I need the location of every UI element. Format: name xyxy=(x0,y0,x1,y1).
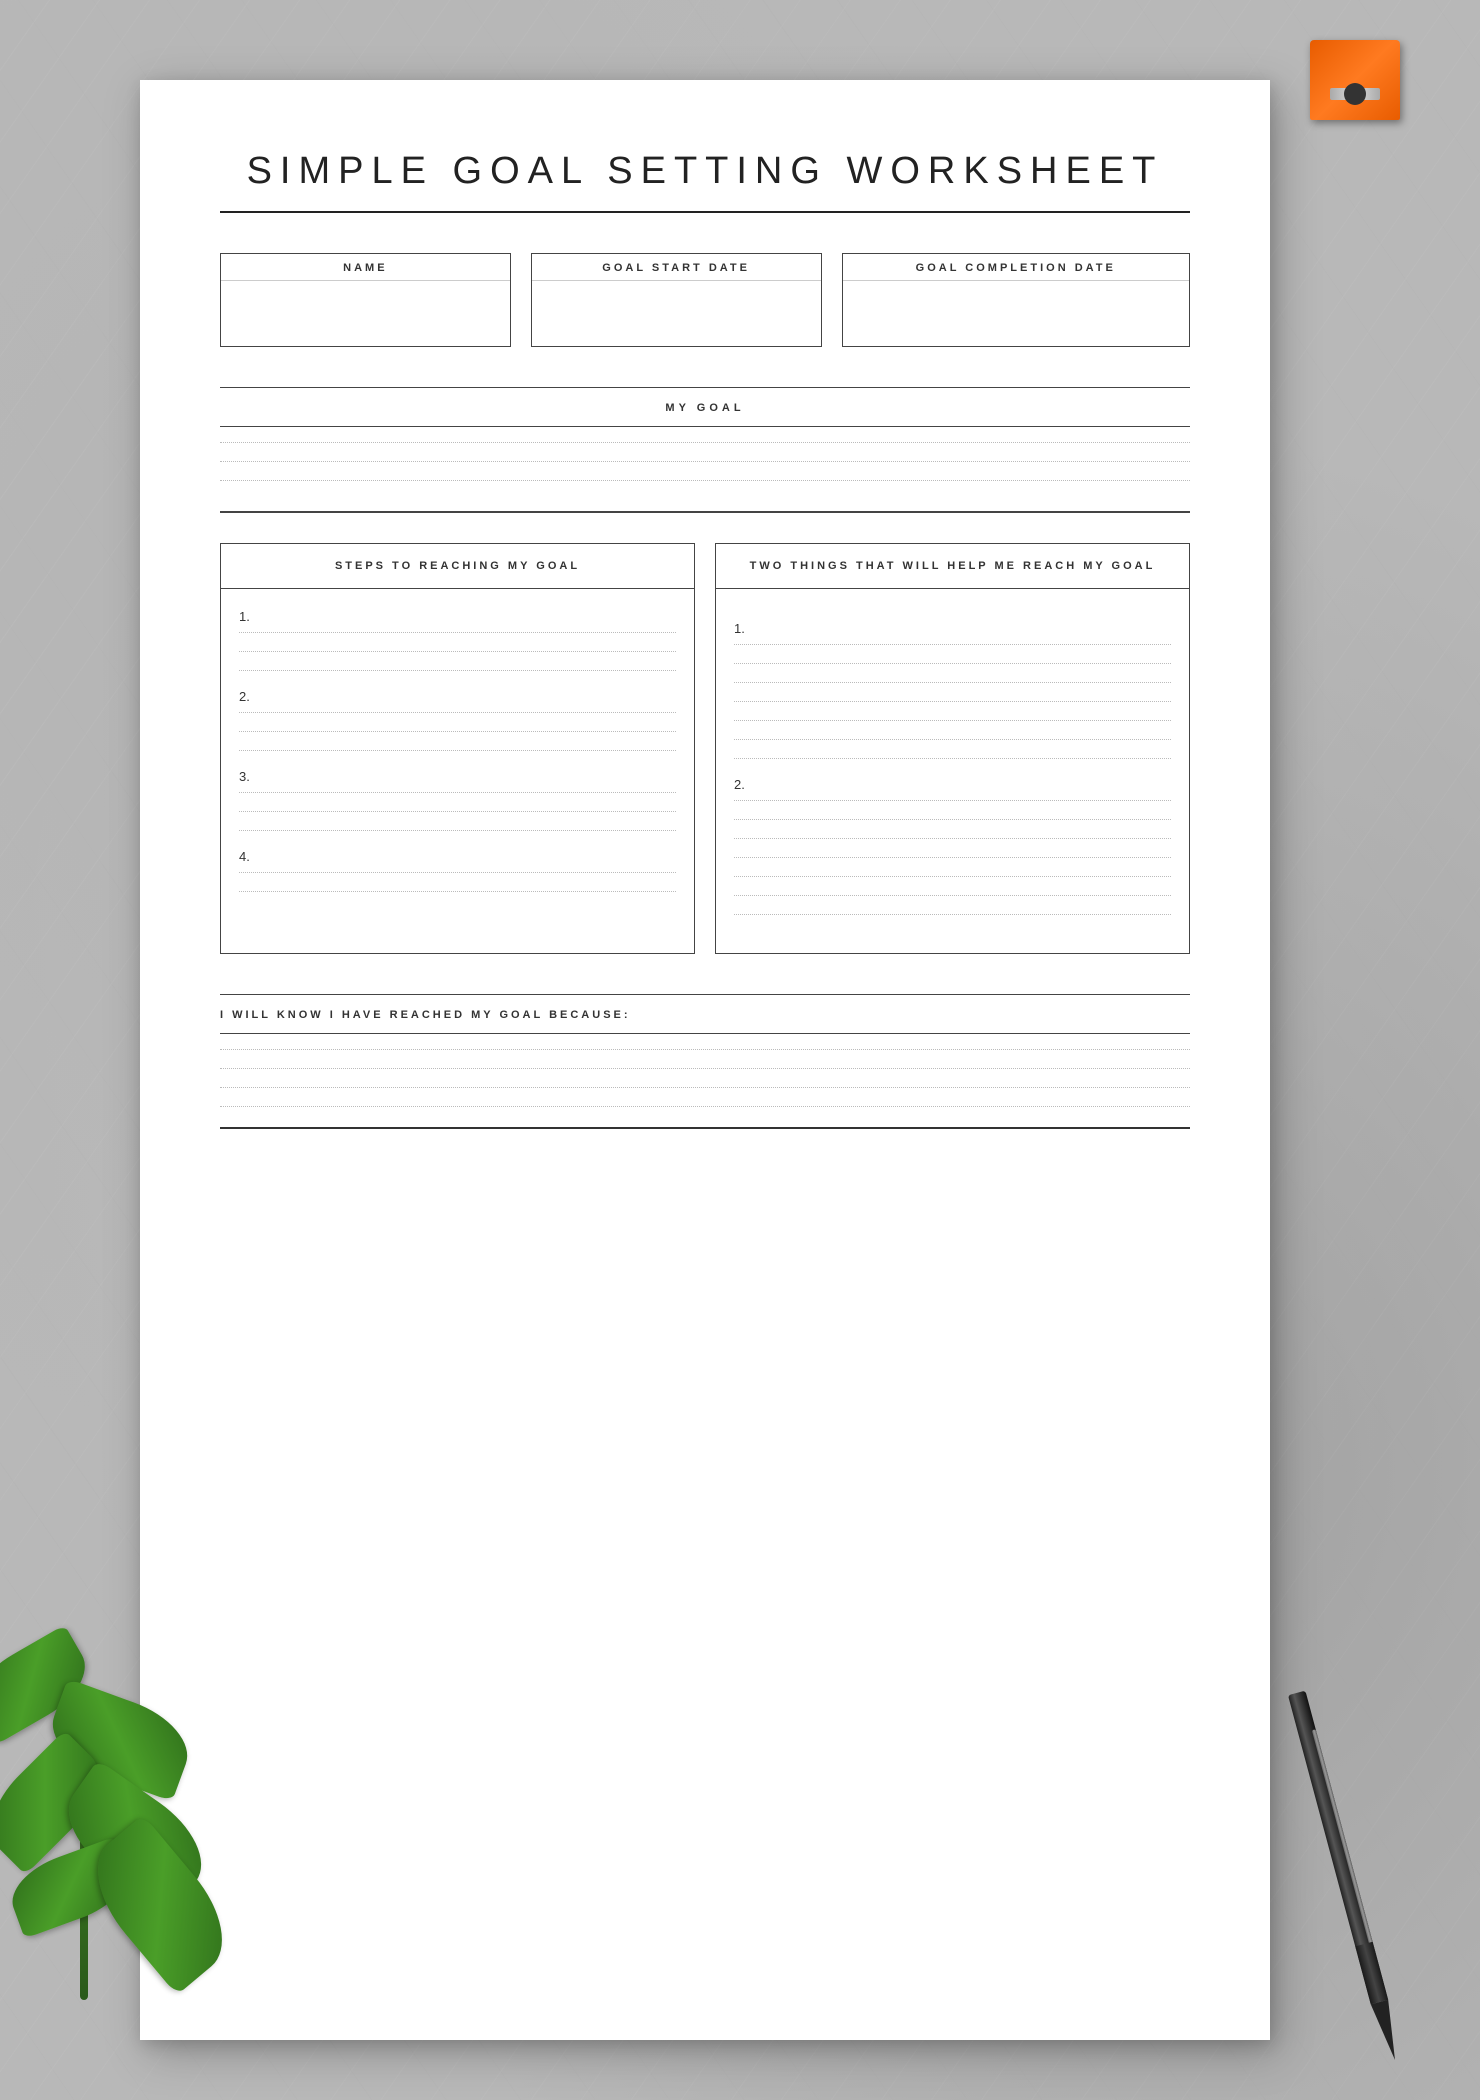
thing-1-line-6[interactable] xyxy=(734,739,1171,740)
two-things-header: TWO THINGS THAT WILL HELP ME REACH MY GO… xyxy=(716,544,1189,589)
step-2-line-2[interactable] xyxy=(239,731,676,732)
my-goal-section-bar: MY GOAL xyxy=(220,387,1190,427)
thing-1-line-5[interactable] xyxy=(734,720,1171,721)
completion-date-field-box: GOAL COMPLETION DATE xyxy=(842,253,1191,347)
step-3-num: 3. xyxy=(239,769,676,784)
my-goal-lines xyxy=(220,442,1190,481)
thing-2-line-3[interactable] xyxy=(734,838,1171,839)
thing-2-line-2[interactable] xyxy=(734,819,1171,820)
thing-1-num: 1. xyxy=(734,621,1171,636)
worksheet-title: SIMPLE GOAL SETTING WORKSHEET xyxy=(220,150,1190,193)
my-goal-label: MY GOAL xyxy=(665,402,744,414)
step-4-line-1[interactable] xyxy=(239,872,676,873)
step-2-num: 2. xyxy=(239,689,676,704)
title-underline xyxy=(220,211,1190,213)
bottom-section-bar: I WILL KNOW I HAVE REACHED MY GOAL BECAU… xyxy=(220,994,1190,1034)
steps-header: STEPS TO REACHING MY GOAL xyxy=(221,544,694,589)
thing-2-line-5[interactable] xyxy=(734,876,1171,877)
bottom-section-label: I WILL KNOW I HAVE REACHED MY GOAL BECAU… xyxy=(220,1009,631,1021)
goal-line-2[interactable] xyxy=(220,461,1190,462)
step-1-line-2[interactable] xyxy=(239,651,676,652)
two-things-content: 1. 2. xyxy=(716,589,1189,953)
bottom-line-4[interactable] xyxy=(220,1106,1190,1107)
step-1-line-3[interactable] xyxy=(239,670,676,671)
bottom-line-1[interactable] xyxy=(220,1049,1190,1050)
thing-1-line-2[interactable] xyxy=(734,663,1171,664)
bottom-line-2[interactable] xyxy=(220,1068,1190,1069)
thing-2-line-4[interactable] xyxy=(734,857,1171,858)
sharpener-decoration xyxy=(1310,0,1400,120)
plant-decoration xyxy=(0,1500,280,2000)
fields-row: NAME GOAL START DATE GOAL COMPLETION DAT… xyxy=(220,253,1190,347)
two-things-box: TWO THINGS THAT WILL HELP ME REACH MY GO… xyxy=(715,543,1190,954)
step-3-line-1[interactable] xyxy=(239,792,676,793)
steps-box: STEPS TO REACHING MY GOAL 1. 2. 3. xyxy=(220,543,695,954)
step-2-line-1[interactable] xyxy=(239,712,676,713)
steps-content: 1. 2. 3. 4. xyxy=(221,589,694,930)
thing-2-line-6[interactable] xyxy=(734,895,1171,896)
step-3-line-3[interactable] xyxy=(239,830,676,831)
start-date-field-box: GOAL START DATE xyxy=(531,253,822,347)
bottom-final-line xyxy=(220,1127,1190,1129)
bottom-line-3[interactable] xyxy=(220,1087,1190,1088)
completion-date-input-area[interactable] xyxy=(843,281,1190,346)
section-divider xyxy=(220,511,1190,513)
step-1: 1. xyxy=(239,609,676,671)
completion-date-label: GOAL COMPLETION DATE xyxy=(843,254,1190,281)
step-1-num: 1. xyxy=(239,609,676,624)
goal-line-3[interactable] xyxy=(220,480,1190,481)
two-col-section: STEPS TO REACHING MY GOAL 1. 2. 3. xyxy=(220,543,1190,954)
pen-decoration xyxy=(1262,1648,1419,2067)
name-input-area[interactable] xyxy=(221,281,510,346)
worksheet-paper: SIMPLE GOAL SETTING WORKSHEET NAME GOAL … xyxy=(140,80,1270,2040)
step-3-line-2[interactable] xyxy=(239,811,676,812)
step-1-line-1[interactable] xyxy=(239,632,676,633)
step-4: 4. xyxy=(239,849,676,892)
start-date-input-area[interactable] xyxy=(532,281,821,346)
step-4-line-2[interactable] xyxy=(239,891,676,892)
start-date-label: GOAL START DATE xyxy=(532,254,821,281)
thing-2-line-1[interactable] xyxy=(734,800,1171,801)
thing-1-line-3[interactable] xyxy=(734,682,1171,683)
thing-2-num: 2. xyxy=(734,777,1171,792)
name-field-box: NAME xyxy=(220,253,511,347)
step-4-num: 4. xyxy=(239,849,676,864)
thing-1-line-4[interactable] xyxy=(734,701,1171,702)
step-3: 3. xyxy=(239,769,676,831)
step-2-line-3[interactable] xyxy=(239,750,676,751)
thing-1-line-1[interactable] xyxy=(734,644,1171,645)
bottom-section: I WILL KNOW I HAVE REACHED MY GOAL BECAU… xyxy=(220,994,1190,1129)
thing-1-line-7[interactable] xyxy=(734,758,1171,759)
goal-line-1[interactable] xyxy=(220,442,1190,443)
step-2: 2. xyxy=(239,689,676,751)
name-label: NAME xyxy=(221,254,510,281)
thing-2-line-7[interactable] xyxy=(734,914,1171,915)
